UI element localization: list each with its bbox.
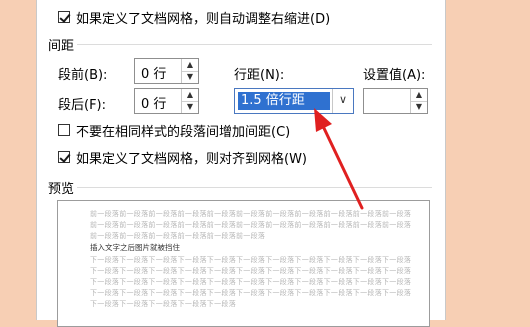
annotation-arrow-icon	[314, 108, 364, 210]
